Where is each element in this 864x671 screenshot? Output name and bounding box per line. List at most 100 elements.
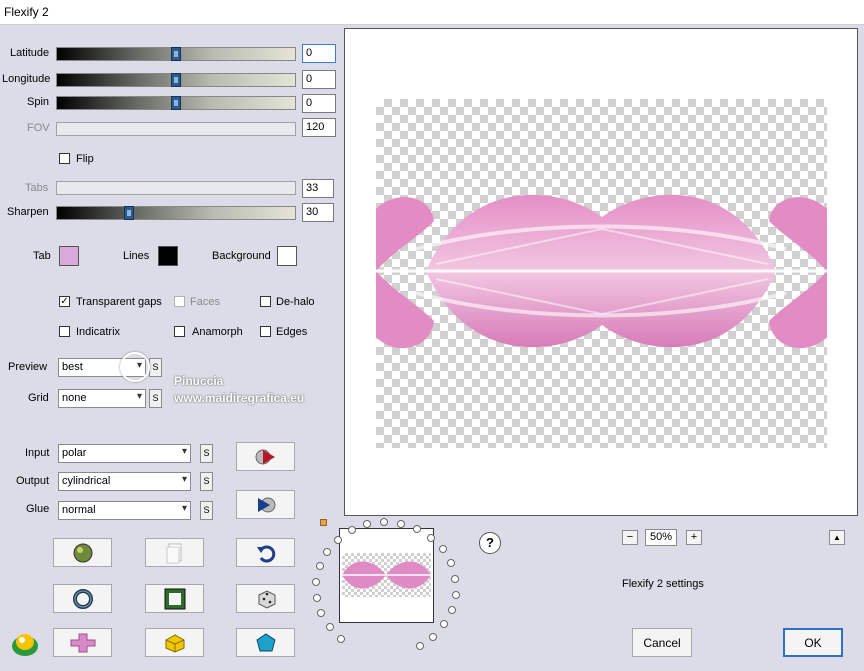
glue-select[interactable]: normal ▾ <box>58 501 191 520</box>
thumbnail-dot[interactable] <box>427 533 436 542</box>
app-logo-icon <box>8 624 42 661</box>
latitude-slider-thumb[interactable] <box>171 47 181 61</box>
faces-label: Faces <box>190 296 220 308</box>
frame-tool-button[interactable] <box>145 584 204 613</box>
latitude-label: Latitude <box>10 47 50 59</box>
sharpen-slider-thumb[interactable] <box>124 206 134 220</box>
spin-slider[interactable] <box>56 96 296 110</box>
thumbnail-dot[interactable] <box>438 545 447 554</box>
glue-s-button[interactable]: S <box>200 501 213 520</box>
thumbnail-dot[interactable] <box>380 518 389 527</box>
watermark-logo <box>120 352 150 382</box>
sharpen-input[interactable]: 30 <box>302 203 334 222</box>
preview-pane[interactable] <box>344 28 858 516</box>
output-s-button[interactable]: S <box>200 472 213 491</box>
indicatrix-checkbox[interactable] <box>59 326 70 337</box>
thumbnail-dot[interactable] <box>446 559 455 568</box>
thumbnail-dot[interactable] <box>312 578 321 587</box>
transparent-gaps-checkbox[interactable]: ✓ <box>59 296 70 307</box>
globe-icon <box>73 543 92 562</box>
thumbnail-dot[interactable] <box>334 535 343 544</box>
ring-tool-button[interactable] <box>53 584 112 613</box>
glue-value: normal <box>62 504 96 516</box>
thumbnail-dot[interactable] <box>317 609 326 618</box>
grid-select[interactable]: none ▾ <box>58 389 146 408</box>
flip-checkbox[interactable] <box>59 153 70 164</box>
sharpen-slider[interactable] <box>56 206 296 220</box>
grid-s-button[interactable]: S <box>149 389 162 408</box>
zoom-level[interactable]: 50% <box>645 529 677 546</box>
background-color-label: Background <box>212 250 271 262</box>
edges-checkbox[interactable] <box>260 326 271 337</box>
help-button[interactable]: ? <box>479 532 501 554</box>
spin-slider-thumb[interactable] <box>171 96 181 110</box>
longitude-slider-thumb[interactable] <box>171 73 181 87</box>
spin-label: Spin <box>27 96 50 108</box>
thumbnail-dot[interactable] <box>312 594 321 603</box>
thumbnail-dot[interactable] <box>451 574 460 583</box>
thumbnail-dot[interactable] <box>325 623 334 632</box>
cross-tool-button[interactable] <box>53 628 112 657</box>
edges-label: Edges <box>276 326 308 338</box>
thumbnail-dot[interactable] <box>315 562 324 571</box>
tabs-input[interactable]: 33 <box>302 179 334 198</box>
play-icon <box>255 449 275 464</box>
cube-tool-button[interactable] <box>145 628 204 657</box>
de-halo-checkbox[interactable] <box>260 296 271 307</box>
longitude-slider[interactable] <box>56 73 296 87</box>
latitude-input[interactable]: 0 <box>302 44 336 63</box>
lines-color-swatch[interactable] <box>158 246 178 266</box>
thumbnail-dot[interactable] <box>396 519 405 528</box>
fov-input[interactable]: 120 <box>302 118 336 137</box>
background-color-swatch[interactable] <box>277 246 297 266</box>
tab-color-swatch[interactable] <box>59 246 79 266</box>
collapse-button[interactable]: ▲ <box>829 530 845 545</box>
thumbnail-dot[interactable] <box>440 620 449 629</box>
zoom-in-button[interactable]: + <box>686 530 702 545</box>
grid-value: none <box>62 392 87 404</box>
preview-s-button[interactable]: S <box>149 358 162 377</box>
dice-tool-button[interactable] <box>236 584 295 613</box>
thumbnail-dot[interactable] <box>323 548 332 557</box>
fov-label: FOV <box>27 122 50 134</box>
thumbnail-dot[interactable] <box>412 524 421 533</box>
chevron-down-icon: ▾ <box>181 503 187 514</box>
spin-input[interactable]: 0 <box>302 94 336 113</box>
chevron-down-icon: ▾ <box>181 474 187 485</box>
indicatrix-label: Indicatrix <box>76 326 121 338</box>
cube-icon <box>165 633 184 653</box>
input-value: polar <box>62 447 87 459</box>
longitude-input[interactable]: 0 <box>302 70 336 89</box>
thumbnail-dot[interactable] <box>337 634 346 643</box>
render-back-button[interactable] <box>236 490 295 519</box>
anamorph-label: Anamorph <box>192 326 243 338</box>
preview-image <box>376 194 827 349</box>
flip-label: Flip <box>76 153 94 165</box>
faces-checkbox <box>174 296 185 307</box>
thumbnail-dot[interactable] <box>447 606 456 615</box>
thumbnail-dot[interactable] <box>451 590 460 599</box>
thumbnail-preview[interactable] <box>339 528 434 623</box>
input-label: Input <box>25 447 50 459</box>
cancel-button[interactable]: Cancel <box>632 628 692 657</box>
ok-button[interactable]: OK <box>783 628 843 657</box>
input-select[interactable]: polar ▾ <box>58 444 191 463</box>
tabs-label: Tabs <box>25 182 49 194</box>
tab-color-label: Tab <box>33 250 51 262</box>
lines-color-label: Lines <box>123 250 150 262</box>
thumbnail-dot[interactable] <box>429 632 438 641</box>
copy-tool-button[interactable] <box>145 538 204 567</box>
pentagon-tool-button[interactable] <box>236 628 295 657</box>
output-select[interactable]: cylindrical ▾ <box>58 472 191 491</box>
undo-tool-button[interactable] <box>236 538 295 567</box>
undo-icon <box>256 545 275 562</box>
anamorph-checkbox[interactable] <box>174 326 185 337</box>
zoom-out-button[interactable]: − <box>622 530 638 545</box>
globe-tool-button[interactable] <box>53 538 112 567</box>
thumbnail-dot[interactable] <box>415 641 424 650</box>
title-bar: Flexify 2 <box>0 0 864 25</box>
render-forward-button[interactable] <box>236 442 295 471</box>
longitude-label: Longitude <box>2 73 51 85</box>
latitude-slider[interactable] <box>56 47 296 61</box>
input-s-button[interactable]: S <box>200 444 213 463</box>
